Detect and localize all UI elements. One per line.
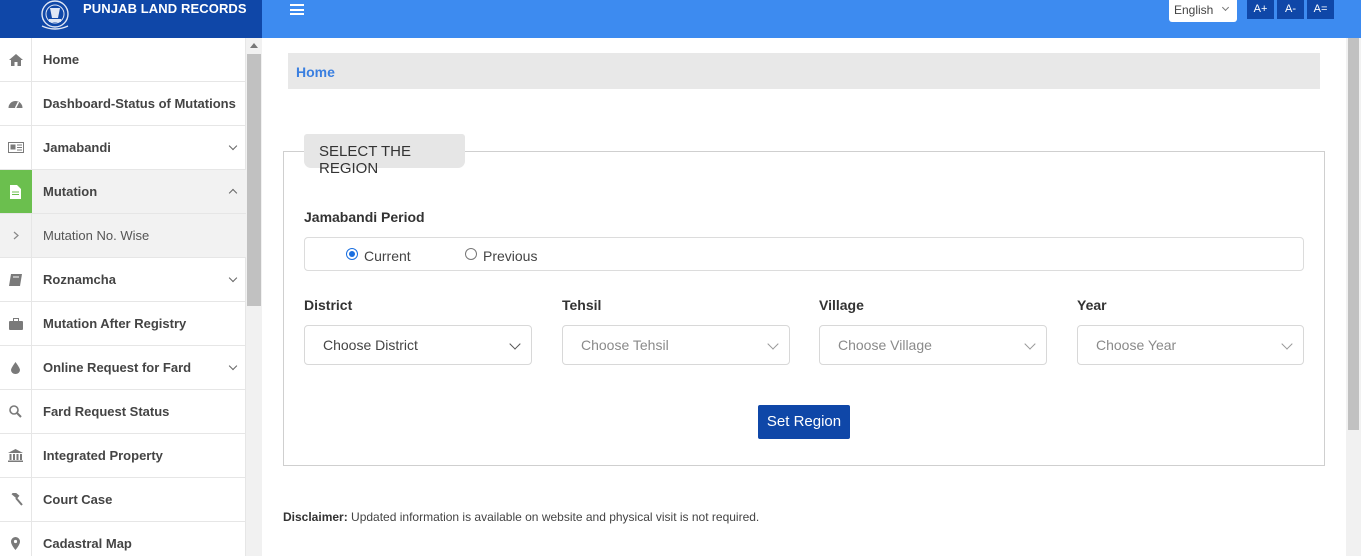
sidebar-item-label: Home (43, 52, 80, 67)
search-icon (0, 390, 32, 433)
chevron-down-icon (1024, 338, 1036, 350)
chevron-down-icon (228, 141, 238, 151)
sidebar-item-court-case[interactable]: Court Case (0, 478, 246, 522)
village-value: Choose Village (838, 337, 932, 353)
sidebar-item-label: Court Case (43, 492, 113, 507)
year-select[interactable]: Choose Year (1077, 325, 1304, 365)
region-legend: SELECT THE REGION (304, 134, 465, 177)
briefcase-icon (0, 302, 32, 345)
newspaper-icon (0, 126, 32, 169)
sidebar-item-label: Integrated Property (43, 448, 163, 463)
sidebar-scrollbar[interactable] (246, 38, 262, 556)
scroll-up-icon[interactable] (250, 43, 258, 48)
sidebar-item-mutation-no-wise[interactable]: Mutation No. Wise (0, 214, 246, 258)
chevron-right-icon (0, 214, 32, 257)
sidebar-item-label: Jamabandi (43, 140, 111, 155)
year-label: Year (1077, 297, 1107, 313)
tint-icon (0, 346, 32, 389)
chevron-down-icon (228, 361, 238, 371)
period-radio-group (304, 237, 1304, 271)
disclaimer-text: Updated information is available on webs… (347, 510, 760, 524)
period-current-radio[interactable] (346, 248, 358, 260)
page-scroll-thumb[interactable] (1348, 38, 1359, 430)
sidebar-item-label: Mutation After Registry (43, 316, 187, 331)
sidebar-item-cadastral-map[interactable]: Cadastral Map (0, 522, 246, 556)
site-title: PUNJAB LAND RECORDS (83, 1, 247, 16)
tehsil-select[interactable]: Choose Tehsil (562, 325, 790, 365)
village-select[interactable]: Choose Village (819, 325, 1047, 365)
file-icon (0, 170, 32, 213)
tehsil-value: Choose Tehsil (581, 337, 669, 353)
dashboard-icon (0, 82, 32, 125)
bank-icon (0, 434, 32, 477)
disclaimer-label: Disclaimer: (283, 510, 348, 524)
menu-toggle-icon[interactable] (290, 4, 304, 15)
sidebar-item-home[interactable]: Home (0, 38, 246, 82)
sidebar-item-jamabandi[interactable]: Jamabandi (0, 126, 246, 170)
chevron-down-icon (1281, 338, 1293, 350)
chevron-down-icon (509, 338, 521, 350)
chevron-up-icon (228, 188, 238, 198)
sidebar-item-label: Roznamcha (43, 272, 116, 287)
sidebar-item-label: Cadastral Map (43, 536, 132, 551)
sidebar-item-roznamcha[interactable]: Roznamcha (0, 258, 246, 302)
map-marker-icon (0, 522, 32, 556)
district-label: District (304, 297, 353, 313)
jamabandi-period-label: Jamabandi Period (304, 209, 425, 225)
tehsil-label: Tehsil (562, 297, 602, 313)
sidebar-item-label: Online Request for Fard (43, 360, 192, 375)
sidebar-item-dashboard[interactable]: Dashboard-Status of Mutations (0, 82, 246, 126)
period-previous-radio[interactable] (465, 248, 477, 260)
village-label: Village (819, 297, 864, 313)
sidebar-item-label: Mutation No. Wise (43, 228, 150, 243)
set-region-button[interactable]: Set Region (758, 405, 850, 439)
district-value: Choose District (323, 337, 418, 353)
language-select[interactable]: English (1169, 0, 1237, 22)
sidebar-scroll-thumb[interactable] (247, 54, 261, 306)
chevron-down-icon (1221, 3, 1230, 12)
breadcrumb: Home (288, 53, 1320, 89)
page-scrollbar[interactable] (1346, 38, 1361, 556)
chevron-down-icon (228, 273, 238, 283)
period-previous-label[interactable]: Previous (483, 248, 537, 264)
punjab-emblem-icon (36, 0, 74, 33)
font-decrease-button[interactable]: A- (1277, 0, 1304, 19)
gavel-icon (0, 478, 32, 521)
breadcrumb-home-link[interactable]: Home (296, 64, 335, 80)
top-bar: English A+ A- A= (262, 0, 1361, 38)
sidebar-item-fard-request-status[interactable]: Fard Request Status (0, 390, 246, 434)
book-icon (0, 258, 32, 301)
font-reset-button[interactable]: A= (1307, 0, 1334, 19)
sidebar-item-label: Mutation (43, 184, 98, 199)
sidebar-item-label: Dashboard-Status of Mutations (43, 96, 236, 111)
home-icon (0, 38, 32, 81)
sidebar-item-mutation-after-registry[interactable]: Mutation After Registry (0, 302, 246, 346)
district-select[interactable]: Choose District (304, 325, 532, 365)
brand-header: PUNJAB LAND RECORDS (0, 0, 262, 38)
language-value: English (1174, 3, 1214, 17)
period-current-label[interactable]: Current (364, 248, 411, 264)
sidebar-item-integrated-property[interactable]: Integrated Property (0, 434, 246, 478)
chevron-down-icon (767, 338, 779, 350)
sidebar-item-label: Fard Request Status (43, 404, 170, 419)
sidebar-item-online-request-fard[interactable]: Online Request for Fard (0, 346, 246, 390)
sidebar: Home Dashboard-Status of Mutations Jamab… (0, 38, 246, 556)
disclaimer: Disclaimer: Updated information is avail… (283, 510, 759, 524)
font-increase-button[interactable]: A+ (1247, 0, 1274, 19)
year-value: Choose Year (1096, 337, 1177, 353)
sidebar-item-mutation[interactable]: Mutation (0, 170, 246, 214)
